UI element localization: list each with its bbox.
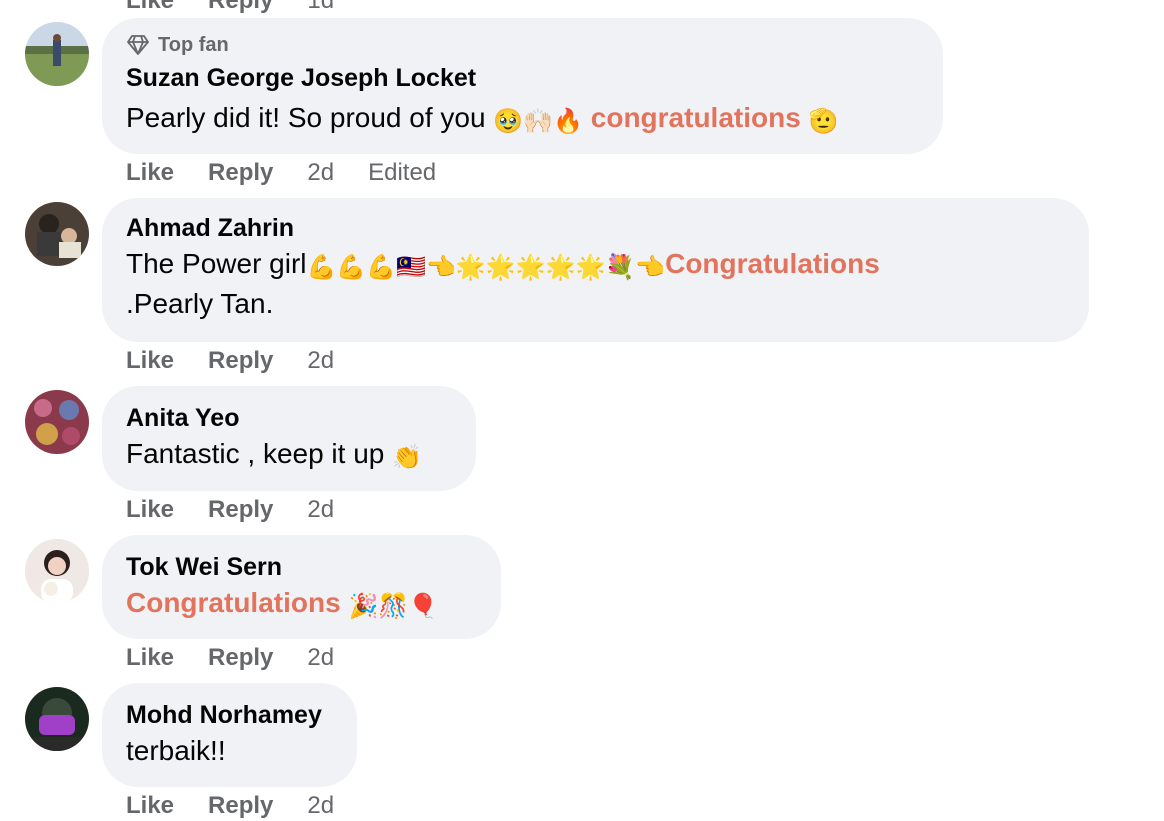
comment-time[interactable]: 2d — [307, 496, 334, 524]
comment-actions: Like Reply 2d — [126, 643, 334, 673]
like-button[interactable]: Like — [126, 347, 174, 375]
highlighted-text: Congratulations — [665, 248, 880, 279]
comment-text: Pearly did it! So proud of you 🥹🙌🏻🔥 cong… — [126, 98, 919, 138]
comment-bubble: Tok Wei Sern Congratulations 🎉🎊🎈 — [102, 535, 501, 639]
reply-button[interactable]: Reply — [208, 0, 273, 15]
reply-button[interactable]: Reply — [208, 792, 273, 820]
avatar[interactable] — [25, 22, 89, 86]
badge-label: Top fan — [158, 33, 229, 56]
comment-bubble: Mohd Norhamey terbaik!! — [102, 683, 357, 787]
diamond-icon — [127, 35, 149, 55]
comment-actions: Like Reply 2d — [126, 346, 334, 376]
like-button[interactable]: Like — [126, 159, 174, 187]
comment-bubble: Ahmad Zahrin The Power girl💪💪💪🇲🇾👈🌟🌟🌟🌟🌟💐👈… — [102, 198, 1089, 342]
like-button[interactable]: Like — [126, 0, 174, 15]
avatar[interactable] — [25, 390, 89, 454]
like-button[interactable]: Like — [126, 496, 174, 524]
comment-body: The Power girl — [126, 248, 307, 279]
comment-text: The Power girl💪💪💪🇲🇾👈🌟🌟🌟🌟🌟💐👈Congratulatio… — [126, 244, 1065, 284]
comment-text: Congratulations 🎉🎊🎈 — [126, 583, 477, 623]
comment-time[interactable]: 2d — [307, 347, 334, 375]
avatar[interactable] — [25, 202, 89, 266]
edited-label[interactable]: Edited — [368, 159, 436, 187]
highlighted-text: Congratulations — [126, 587, 341, 618]
comment-author[interactable]: Mohd Norhamey — [126, 699, 333, 731]
like-button[interactable]: Like — [126, 792, 174, 820]
comment-author[interactable]: Suzan George Joseph Locket — [126, 62, 919, 94]
comment-bubble: Anita Yeo Fantastic , keep it up 👏 — [102, 386, 476, 491]
comment-body: Pearly did it! So proud of you — [126, 102, 486, 133]
comment-time[interactable]: 2d — [307, 159, 334, 187]
emoji: 🎉🎊🎈 — [348, 593, 439, 620]
reply-button[interactable]: Reply — [208, 347, 273, 375]
like-button[interactable]: Like — [126, 644, 174, 672]
comment-text: Fantastic , keep it up 👏 — [126, 434, 452, 474]
comment-time[interactable]: 2d — [307, 644, 334, 672]
previous-comment-actions: Like Reply 1d — [126, 0, 334, 16]
comment-actions: Like Reply 2d Edited — [126, 158, 436, 188]
reply-button[interactable]: Reply — [208, 159, 273, 187]
comment-text-line2: .Pearly Tan. — [126, 288, 274, 319]
top-fan-badge: Top fan — [126, 32, 919, 58]
comment-time[interactable]: 2d — [307, 792, 334, 820]
comment-author[interactable]: Tok Wei Sern — [126, 551, 477, 583]
comment-author[interactable]: Ahmad Zahrin — [126, 212, 1065, 244]
reply-button[interactable]: Reply — [208, 496, 273, 524]
comment-actions: Like Reply 2d — [126, 791, 334, 821]
emoji: 🫡 — [808, 108, 839, 135]
avatar[interactable] — [25, 539, 89, 603]
emoji: 💪💪💪🇲🇾👈🌟🌟🌟🌟🌟💐👈 — [306, 254, 666, 281]
emoji: 🥹🙌🏻🔥 — [493, 108, 583, 135]
avatar[interactable] — [25, 687, 89, 751]
emoji: 👏 — [392, 444, 423, 471]
comment-bubble: Top fan Suzan George Joseph Locket Pearl… — [102, 18, 943, 154]
comment-time[interactable]: 1d — [307, 0, 334, 15]
comment-body: Fantastic , keep it up — [126, 438, 385, 469]
comment-author[interactable]: Anita Yeo — [126, 402, 452, 434]
comment-text: terbaik!! — [126, 735, 226, 766]
comment-actions: Like Reply 2d — [126, 495, 334, 525]
highlighted-text: congratulations — [590, 102, 801, 133]
reply-button[interactable]: Reply — [208, 644, 273, 672]
